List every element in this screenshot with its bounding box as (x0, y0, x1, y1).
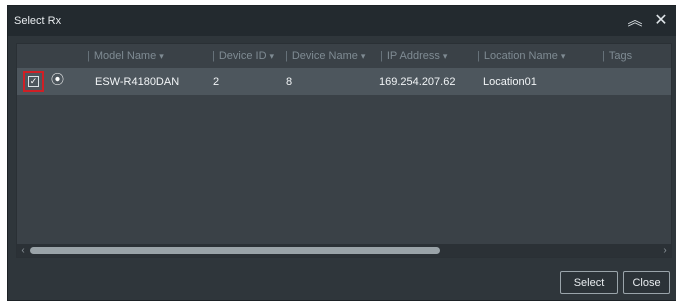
column-device-id[interactable]: | Device ID ▾ (212, 50, 274, 62)
row-checkbox-highlight: ✓ (23, 71, 44, 92)
cell-model-name: ESW-R4180DAN (95, 76, 180, 88)
scroll-left-arrow-icon[interactable]: ‹ (17, 244, 29, 257)
cell-device-name: 8 (286, 76, 293, 88)
select-rx-dialog: Select Rx ︽ ✕ | Model Name ▾ | Device ID ▾ |… (8, 6, 676, 300)
column-ip-address[interactable]: | IP Address ▾ (380, 50, 447, 62)
chevron-down-icon: ▾ (360, 51, 366, 61)
chevron-down-icon: ▾ (560, 51, 566, 61)
scrollbar-thumb[interactable] (30, 247, 440, 254)
close-button[interactable]: Close (623, 271, 670, 294)
close-icon[interactable]: ✕ (652, 11, 670, 31)
dialog-title: Select Rx (14, 15, 62, 27)
chevron-down-icon: ▾ (442, 51, 448, 61)
column-device-name[interactable]: | Device Name ▾ (285, 50, 365, 62)
chevron-up-double-icon[interactable]: ︽ (626, 11, 644, 31)
device-table: | Model Name ▾ | Device ID ▾ | Device Name ▾ |… (16, 43, 672, 258)
chevron-down-icon: ▾ (159, 51, 164, 61)
dialog-titlebar: Select Rx ︽ ✕ (8, 6, 676, 36)
scroll-right-arrow-icon[interactable]: › (659, 244, 671, 257)
cell-ip-address: 169.254.207.62 (379, 76, 456, 88)
cell-location-name: Location01 (483, 76, 537, 88)
column-location-name[interactable]: | Location Name ▾ (477, 50, 565, 62)
table-header: | Model Name ▾ | Device ID ▾ | Device Name ▾ |… (17, 44, 671, 68)
horizontal-scrollbar[interactable]: ‹ › (17, 244, 671, 257)
select-button[interactable]: Select (560, 271, 618, 294)
table-row[interactable]: ✓ ⦿ ESW-R4180DAN 2 8 169.254.207.62 Loca… (17, 68, 671, 95)
device-target-icon: ⦿ (51, 72, 65, 87)
column-model-name[interactable]: | Model Name ▾ (87, 50, 164, 62)
column-tags[interactable]: | Tags (602, 50, 632, 62)
cell-device-id: 2 (213, 76, 220, 88)
chevron-down-icon: ▾ (269, 51, 275, 61)
row-checkbox[interactable]: ✓ (28, 76, 39, 87)
